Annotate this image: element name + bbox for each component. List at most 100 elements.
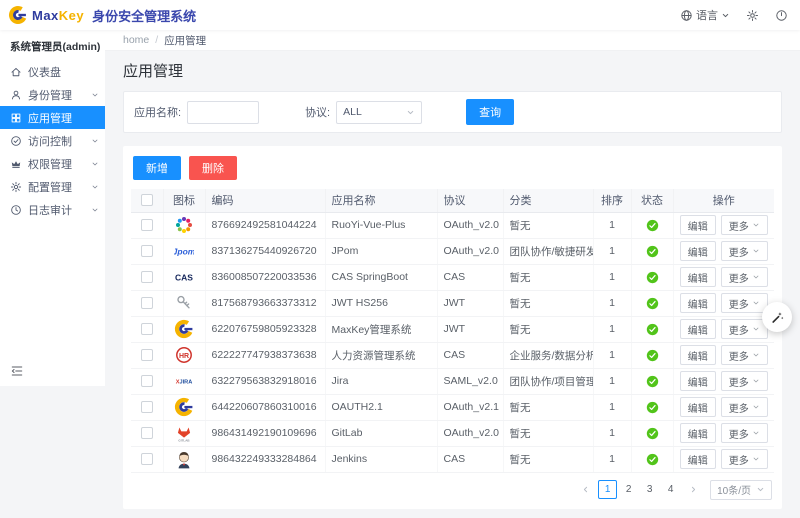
row-checkbox[interactable] <box>141 401 153 413</box>
status-enabled-icon <box>646 323 659 336</box>
menu-fold-button[interactable] <box>10 364 24 378</box>
protocol-cell: OAuth_v2.0 <box>437 212 503 238</box>
col-actions: 操作 <box>673 189 774 212</box>
prev-page-button[interactable] <box>576 481 594 499</box>
status-cell <box>631 212 673 238</box>
sidebar-item-identity[interactable]: 身份管理 <box>0 83 105 106</box>
protocol-select[interactable]: ALL <box>336 101 422 124</box>
status-cell <box>631 238 673 264</box>
page-button-2[interactable]: 2 <box>619 480 638 499</box>
theme-settings-button[interactable] <box>762 302 792 332</box>
more-button[interactable]: 更多 <box>721 397 768 417</box>
protocol-cell: SAML_v2.0 <box>437 368 503 394</box>
row-checkbox[interactable] <box>141 349 153 361</box>
row-checkbox[interactable] <box>141 375 153 387</box>
sort-cell: 1 <box>593 238 631 264</box>
edit-button[interactable]: 编辑 <box>680 215 716 235</box>
page-button-3[interactable]: 3 <box>640 480 659 499</box>
status-enabled-icon <box>646 245 659 258</box>
breadcrumb-current: 应用管理 <box>164 33 206 48</box>
code-cell: 986432249333284864 <box>205 446 325 472</box>
more-button[interactable]: 更多 <box>721 319 768 339</box>
protocol-label: 协议: <box>305 104 330 120</box>
settings-button[interactable] <box>746 9 759 22</box>
protocol-select-value: ALL <box>343 106 362 118</box>
sidebar-item-audit[interactable]: 日志审计 <box>0 198 105 221</box>
edit-button[interactable]: 编辑 <box>680 293 716 313</box>
svg-text:CAS: CAS <box>175 273 193 283</box>
header-actions: 语言 <box>680 7 788 23</box>
more-button[interactable]: 更多 <box>721 449 768 469</box>
more-button[interactable]: 更多 <box>721 345 768 365</box>
chevron-down-icon <box>406 108 415 117</box>
chevron-down-icon <box>752 455 760 463</box>
edit-button[interactable]: 编辑 <box>680 423 716 443</box>
icon-cell <box>163 290 205 316</box>
app-icon-ruoyi <box>174 215 194 235</box>
page-button-1[interactable]: 1 <box>598 480 617 499</box>
edit-button[interactable]: 编辑 <box>680 319 716 339</box>
language-menu[interactable]: 语言 <box>680 7 730 23</box>
next-page-button[interactable] <box>684 481 702 499</box>
sidebar-item-applications[interactable]: 应用管理 <box>0 106 105 129</box>
row-checkbox[interactable] <box>141 245 153 257</box>
row-checkbox[interactable] <box>141 219 153 231</box>
sidebar-item-access-control[interactable]: 访问控制 <box>0 129 105 152</box>
icon-cell: HR <box>163 342 205 368</box>
sidebar-item-dashboard[interactable]: 仪表盘 <box>0 60 105 83</box>
row-checkbox[interactable] <box>141 297 153 309</box>
name-cell: Jira <box>325 368 437 394</box>
more-button[interactable]: 更多 <box>721 215 768 235</box>
sidebar-item-configuration[interactable]: 配置管理 <box>0 175 105 198</box>
app-name-input[interactable] <box>187 101 259 124</box>
search-button[interactable]: 查询 <box>466 99 514 125</box>
more-button[interactable]: 更多 <box>721 267 768 287</box>
page-title: 应用管理 <box>123 60 782 81</box>
row-checkbox[interactable] <box>141 323 153 335</box>
edit-button[interactable]: 编辑 <box>680 397 716 417</box>
chevron-down-icon <box>752 325 760 333</box>
more-button[interactable]: 更多 <box>721 293 768 313</box>
row-checkbox[interactable] <box>141 427 153 439</box>
edit-button[interactable]: 编辑 <box>680 345 716 365</box>
edit-button[interactable]: 编辑 <box>680 449 716 469</box>
breadcrumb-home-link[interactable]: home <box>123 34 149 46</box>
chevron-down-icon <box>91 137 99 145</box>
sidebar: 系统管理员(admin) 仪表盘 身份管理 应用管理 访问控制 权限管理 配置管… <box>0 30 105 386</box>
category-cell: 暂无 <box>503 264 593 290</box>
edit-button[interactable]: 编辑 <box>680 371 716 391</box>
code-cell: 986431492190109696 <box>205 420 325 446</box>
page-size-select[interactable]: 10条/页 <box>710 480 772 500</box>
more-button[interactable]: 更多 <box>721 371 768 391</box>
col-sort: 排序 <box>593 189 631 212</box>
row-checkbox[interactable] <box>141 453 153 465</box>
select-all-checkbox[interactable] <box>141 194 153 206</box>
add-button[interactable]: 新增 <box>133 156 181 180</box>
status-enabled-icon <box>646 453 659 466</box>
code-cell: 836008507220033536 <box>205 264 325 290</box>
edit-button[interactable]: 编辑 <box>680 267 716 287</box>
more-button[interactable]: 更多 <box>721 423 768 443</box>
menu-fold-icon <box>10 364 24 378</box>
table-row: HR 622227747938373638 人力资源管理系统 CAS 企业服务/… <box>131 342 774 368</box>
more-button[interactable]: 更多 <box>721 241 768 261</box>
page-button-4[interactable]: 4 <box>661 480 680 499</box>
protocol-cell: CAS <box>437 342 503 368</box>
status-cell <box>631 342 673 368</box>
delete-button[interactable]: 删除 <box>189 156 237 180</box>
sidebar-item-permissions[interactable]: 权限管理 <box>0 152 105 175</box>
protocol-cell: JWT <box>437 290 503 316</box>
status-enabled-icon <box>646 349 659 362</box>
status-cell <box>631 368 673 394</box>
actions-cell: 编辑更多 <box>673 264 774 290</box>
row-checkbox[interactable] <box>141 271 153 283</box>
chevron-down-icon <box>756 485 765 494</box>
icon-cell: GITLAB <box>163 420 205 446</box>
checkbox-cell <box>131 212 163 238</box>
sidebar-item-label: 日志审计 <box>28 202 91 218</box>
edit-button[interactable]: 编辑 <box>680 241 716 261</box>
sidebar-item-label: 应用管理 <box>28 110 99 126</box>
status-cell <box>631 316 673 342</box>
logout-button[interactable] <box>775 9 788 22</box>
app-name-label: 应用名称: <box>134 104 181 120</box>
